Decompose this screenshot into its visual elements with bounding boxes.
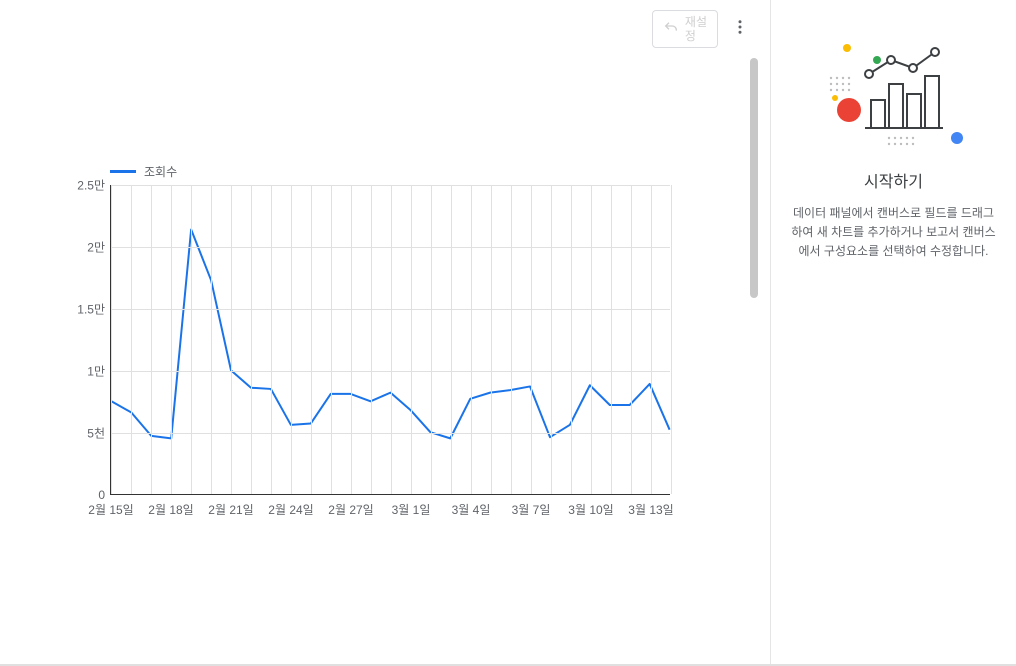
report-canvas[interactable]: 재설정 조회수 05천1만1.5만2만2.5만2월 15일2월 18일2월 21… [0,0,760,666]
gridline-v [271,185,272,494]
gridline-v [411,185,412,494]
gridline-h [111,309,670,310]
gridline-v [591,185,592,494]
gridline-h [111,247,670,248]
gridline-v [531,185,532,494]
legend-label: 조회수 [144,163,177,180]
gridline-v [511,185,512,494]
plot-wrapper: 05천1만1.5만2만2.5만2월 15일2월 18일2월 21일2월 24일2… [60,185,720,495]
gridline-v [631,185,632,494]
gridline-v [651,185,652,494]
x-axis-label: 3월 4일 [452,501,491,518]
gridline-v [491,185,492,494]
gridline-v [431,185,432,494]
gridline-h [111,371,670,372]
gridline-v [291,185,292,494]
scrollbar-thumb[interactable] [750,58,758,298]
side-panel: 시작하기 데이터 패널에서 캔버스로 필드를 드래그하여 새 차트를 추가하거나… [770,0,1016,666]
more-options-button[interactable] [726,15,754,43]
gridline-v [351,185,352,494]
gridline-v [671,185,672,494]
undo-icon [663,20,685,39]
y-axis-label: 1.5만 [61,301,105,318]
gridline-v [211,185,212,494]
side-panel-title: 시작하기 [864,168,923,192]
gridline-v [331,185,332,494]
toolbar: 재설정 [652,10,754,48]
y-axis-label: 1만 [61,363,105,380]
x-axis-label: 3월 10일 [568,501,613,518]
plot-area: 05천1만1.5만2만2.5만2월 15일2월 18일2월 21일2월 24일2… [110,185,670,495]
gridline-v [611,185,612,494]
gridline-v [451,185,452,494]
gridline-v [251,185,252,494]
gridline-v [191,185,192,494]
scrollbar[interactable] [748,58,760,658]
reset-button-label: 재설정 [685,15,707,43]
y-axis-label: 2.5만 [61,177,105,194]
x-axis-label: 3월 13일 [628,501,673,518]
gridline-h [111,185,670,186]
x-axis-label: 2월 24일 [268,501,313,518]
more-vert-icon [731,18,749,41]
chart-legend: 조회수 [110,163,177,180]
gridline-v [151,185,152,494]
gridline-v [171,185,172,494]
gridline-v [471,185,472,494]
side-panel-description: 데이터 패널에서 캔버스로 필드를 드래그하여 새 차트를 추가하거나 보고서 … [771,204,1016,262]
gridline-v [391,185,392,494]
get-started-illustration [819,30,969,150]
reset-button[interactable]: 재설정 [652,10,718,48]
gridline-v [231,185,232,494]
x-axis-label: 2월 27일 [328,501,373,518]
gridline-h [111,433,670,434]
x-axis-label: 3월 7일 [512,501,551,518]
gridline-v [551,185,552,494]
gridline-v [131,185,132,494]
gridline-v [571,185,572,494]
x-axis-label: 2월 21일 [208,501,253,518]
gridline-v [111,185,112,494]
x-axis-label: 2월 18일 [148,501,193,518]
legend-swatch [110,170,136,173]
y-axis-label: 5천 [61,425,105,442]
chart-card[interactable]: 조회수 05천1만1.5만2만2.5만2월 15일2월 18일2월 21일2월 … [0,60,740,620]
y-axis-label: 0 [61,488,105,502]
gridline-v [311,185,312,494]
y-axis-label: 2만 [61,239,105,256]
gridline-v [371,185,372,494]
x-axis-label: 3월 1일 [392,501,431,518]
x-axis-label: 2월 15일 [88,501,133,518]
